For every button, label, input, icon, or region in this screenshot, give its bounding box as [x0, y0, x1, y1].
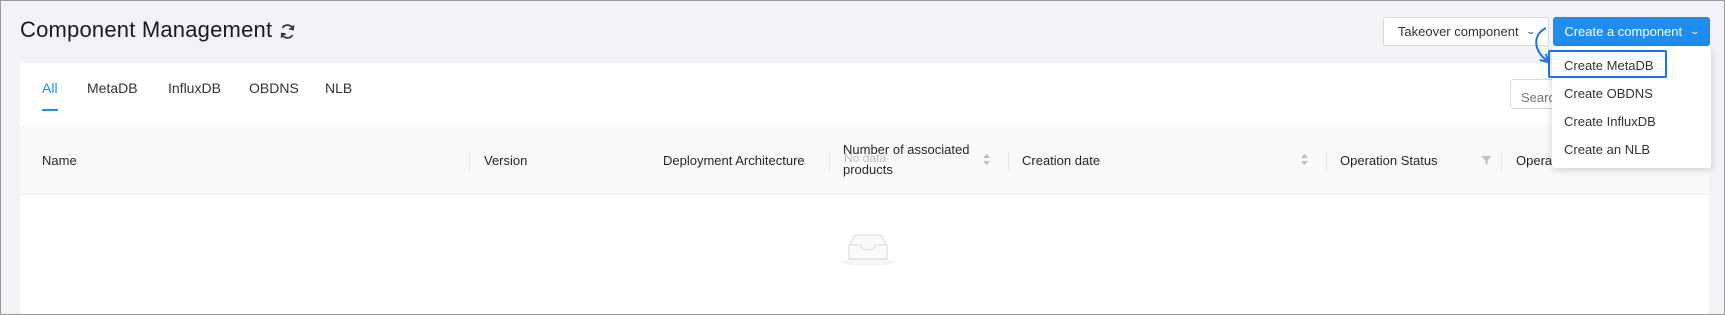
tab-nlb[interactable]: NLB — [325, 80, 352, 110]
menu-item-create-nlb[interactable]: Create an NLB — [1552, 135, 1711, 163]
menu-item-create-obdns[interactable]: Create OBDNS — [1552, 79, 1711, 107]
menu-item-create-metadb[interactable]: Create MetaDB — [1552, 51, 1711, 79]
create-component-dropdown: Create MetaDB Create OBDNS Create Influx… — [1552, 46, 1711, 168]
tab-obdns[interactable]: OBDNS — [249, 80, 299, 110]
takeover-component-button[interactable]: Takeover component ⌄ — [1383, 17, 1549, 46]
empty-state-text: No data — [843, 151, 887, 165]
takeover-component-label: Takeover component — [1397, 24, 1519, 39]
component-type-tabs: All MetaDB InfluxDB OBDNS NLB — [20, 63, 1709, 125]
app-window: Component Management Takeover component … — [0, 0, 1725, 315]
create-component-label: Create a component — [1564, 24, 1683, 39]
tab-metadb[interactable]: MetaDB — [87, 80, 138, 110]
create-component-button[interactable]: Create a component ⌄ — [1553, 17, 1710, 46]
chevron-down-icon: ⌄ — [1525, 26, 1536, 36]
page-header: Component Management Takeover component … — [1, 1, 1724, 63]
tab-influxdb[interactable]: InfluxDB — [168, 80, 221, 110]
page-title: Component Management — [20, 17, 273, 42]
refresh-icon[interactable] — [279, 23, 296, 40]
menu-item-create-influxdb[interactable]: Create InfluxDB — [1552, 107, 1711, 135]
tab-all[interactable]: All — [42, 80, 58, 110]
active-tab-indicator — [42, 109, 58, 111]
empty-inbox-icon — [842, 234, 894, 266]
empty-state — [20, 195, 1709, 314]
chevron-down-icon: ⌄ — [1689, 26, 1701, 36]
content-card: All MetaDB InfluxDB OBDNS NLB Name Versi… — [20, 63, 1709, 314]
